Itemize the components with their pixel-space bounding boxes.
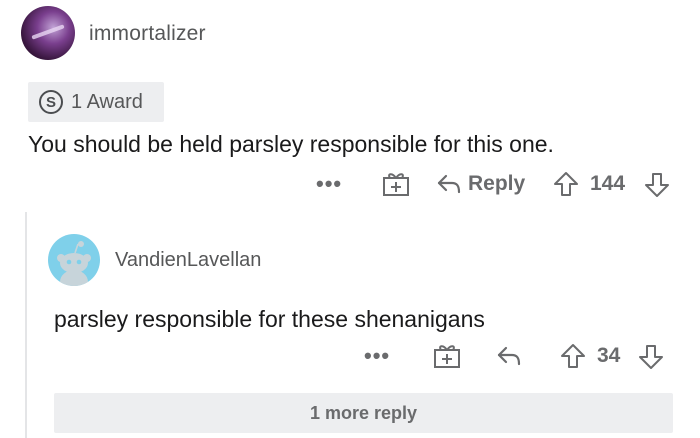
comment-body: You should be held parsley responsible f… [28, 131, 554, 157]
reply-body: parsley responsible for these shenanigan… [54, 306, 485, 332]
award-badge[interactable]: S 1 Award [28, 82, 164, 122]
downvote-icon[interactable] [638, 343, 664, 371]
reply-label: Reply [468, 172, 526, 195]
avatar[interactable] [21, 6, 75, 60]
reply-arrow-icon [436, 173, 462, 195]
snoo-icon [57, 241, 91, 286]
reply-author[interactable]: VandienLavellan [115, 249, 261, 272]
reply-arrow-icon[interactable] [496, 345, 522, 367]
downvote-icon[interactable] [644, 171, 670, 199]
vote-score: 144 [590, 172, 626, 195]
award-coin-icon: S [39, 90, 63, 114]
thread-line[interactable] [25, 212, 27, 438]
more-options-button[interactable]: ••• [316, 171, 342, 197]
vote-score: 34 [597, 344, 621, 367]
avatar[interactable] [48, 234, 100, 286]
award-label: 1 Award [71, 90, 143, 113]
gift-icon[interactable] [433, 343, 461, 369]
reply-button[interactable]: Reply [436, 170, 525, 198]
more-options-button[interactable]: ••• [364, 343, 390, 369]
comment-actions: ••• [316, 170, 342, 198]
reply-actions: ••• [364, 342, 390, 370]
avatar-decoration [31, 24, 65, 40]
more-replies-button[interactable]: 1 more reply [54, 393, 673, 433]
upvote-icon[interactable] [553, 170, 579, 198]
gift-icon[interactable] [382, 171, 410, 197]
upvote-icon[interactable] [560, 342, 586, 370]
comment-author[interactable]: immortalizer [89, 22, 206, 46]
